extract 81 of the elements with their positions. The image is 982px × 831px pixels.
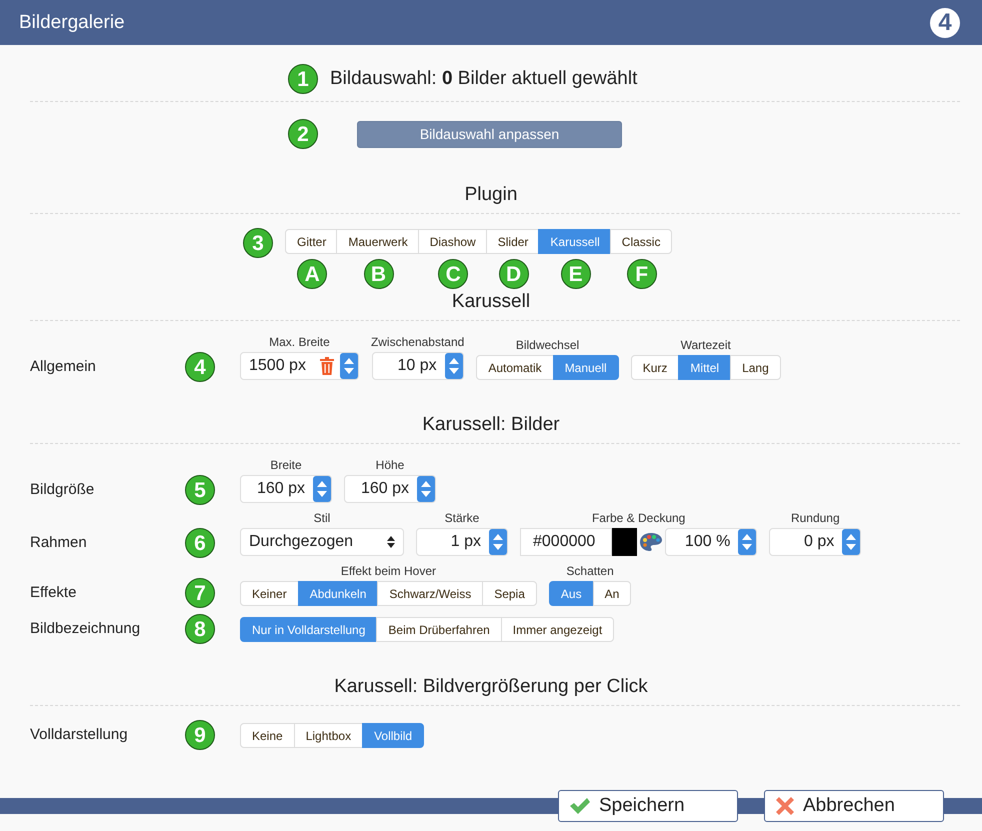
field-caption: Stärke [444, 511, 480, 525]
row-label: Allgemein [30, 357, 97, 377]
spinner-icon[interactable] [444, 353, 463, 379]
spinner-icon[interactable] [489, 529, 507, 555]
plugin-tab[interactable]: Gitter [285, 229, 338, 254]
field-caption: Breite [270, 458, 302, 472]
color-swatch[interactable] [612, 528, 638, 556]
step-marker: C [438, 259, 468, 289]
field-caption: Bildwechsel [516, 338, 580, 352]
field-caption: Zwischenabstand [370, 335, 464, 349]
step-marker: F [626, 259, 657, 289]
option-toggle[interactable]: An [592, 581, 632, 606]
step-marker: 3 [243, 228, 273, 258]
step-marker: 2 [288, 119, 318, 149]
cancel-button[interactable]: Abbrechen [764, 790, 944, 822]
option-toggle[interactable]: Automatik [476, 355, 554, 380]
field-caption: Farbe & Deckung [592, 511, 686, 525]
selection-status: Bildauswahl: 0 Bilder aktuell gewählt [330, 68, 638, 90]
opacity-field[interactable]: 100 % [665, 528, 758, 556]
row-label: Effekte [30, 583, 78, 603]
plugin-tab[interactable]: Classic [610, 229, 672, 254]
row-label: Volldarstellung [30, 725, 129, 745]
step-marker: E [560, 259, 591, 289]
section-title: Karussell [450, 291, 532, 314]
spinner-icon[interactable] [842, 529, 860, 555]
number-field[interactable]: 160 px [240, 475, 332, 503]
option-toggle[interactable]: Keiner [240, 581, 299, 606]
row-label: Bildbezeichnung [30, 619, 142, 639]
adjust-selection-button[interactable]: Bildauswahl anpassen [357, 120, 622, 148]
section-title: Karussell: Bildvergrößerung per Click [333, 676, 649, 699]
save-button[interactable]: Speichern [558, 790, 738, 822]
row-label: Rahmen [30, 533, 88, 553]
spinner-icon[interactable] [340, 353, 358, 379]
spinner-icon[interactable] [738, 529, 756, 555]
option-toggle[interactable]: Kurz [630, 355, 680, 380]
plugin-tab[interactable]: Slider [486, 229, 540, 254]
section-title: Plugin [464, 184, 518, 207]
close-icon [775, 796, 795, 816]
step-marker: 4 [185, 352, 215, 382]
field-caption: Schatten [566, 564, 614, 578]
number-field[interactable]: 1 px [416, 528, 508, 556]
number-field[interactable]: 160 px [344, 475, 436, 503]
field-caption: Stil [314, 511, 330, 525]
trash-icon[interactable] [318, 357, 335, 375]
step-marker: 1 [288, 64, 318, 94]
option-toggle[interactable]: Beim Drüberfahren [376, 617, 502, 642]
spinner-icon[interactable] [313, 476, 331, 502]
option-toggle[interactable]: Lightbox [294, 723, 364, 748]
section-title: Karussell: Bilder [421, 414, 561, 437]
option-toggle[interactable]: Schwarz/Weiss [377, 581, 484, 606]
step-marker: 8 [185, 614, 215, 644]
step-marker: 5 [185, 475, 215, 505]
step-marker: 9 [185, 720, 215, 750]
style-dropdown[interactable]: Durchgezogen [240, 528, 404, 556]
spinner-icon[interactable] [417, 476, 435, 502]
field-caption: Max. Breite [269, 335, 330, 349]
palette-icon[interactable] [639, 532, 664, 552]
field-caption: Wartezeit [680, 338, 731, 352]
step-marker: 6 [185, 528, 215, 558]
plugin-tab[interactable]: Diashow [418, 229, 488, 254]
color-hex-field[interactable]: #000000 [520, 528, 612, 556]
logo: 4 [930, 8, 960, 38]
updown-caret-icon [387, 535, 395, 549]
step-marker: 7 [185, 578, 215, 608]
window-title: Bildergalerie [19, 12, 125, 34]
row-label: Bildgröße [30, 480, 96, 500]
number-field[interactable]: 1500 px [240, 352, 359, 380]
option-toggle[interactable]: Keine [240, 723, 295, 748]
number-field[interactable]: 0 px [769, 528, 862, 556]
option-toggle[interactable]: Lang [730, 355, 781, 380]
option-toggle[interactable]: Sepia [482, 581, 537, 606]
checkmark-icon [569, 797, 591, 815]
number-field[interactable]: 10 px [372, 352, 464, 380]
field-caption: Effekt beim Hover [340, 564, 436, 578]
option-toggle[interactable]: Immer angezeigt [500, 617, 614, 642]
step-marker: A [297, 259, 328, 289]
step-marker: D [498, 259, 529, 289]
field-caption: Höhe [376, 458, 404, 472]
step-marker: B [364, 259, 394, 289]
field-caption: Rundung [790, 511, 840, 525]
plugin-tab[interactable]: Mauerwerk [336, 229, 420, 254]
